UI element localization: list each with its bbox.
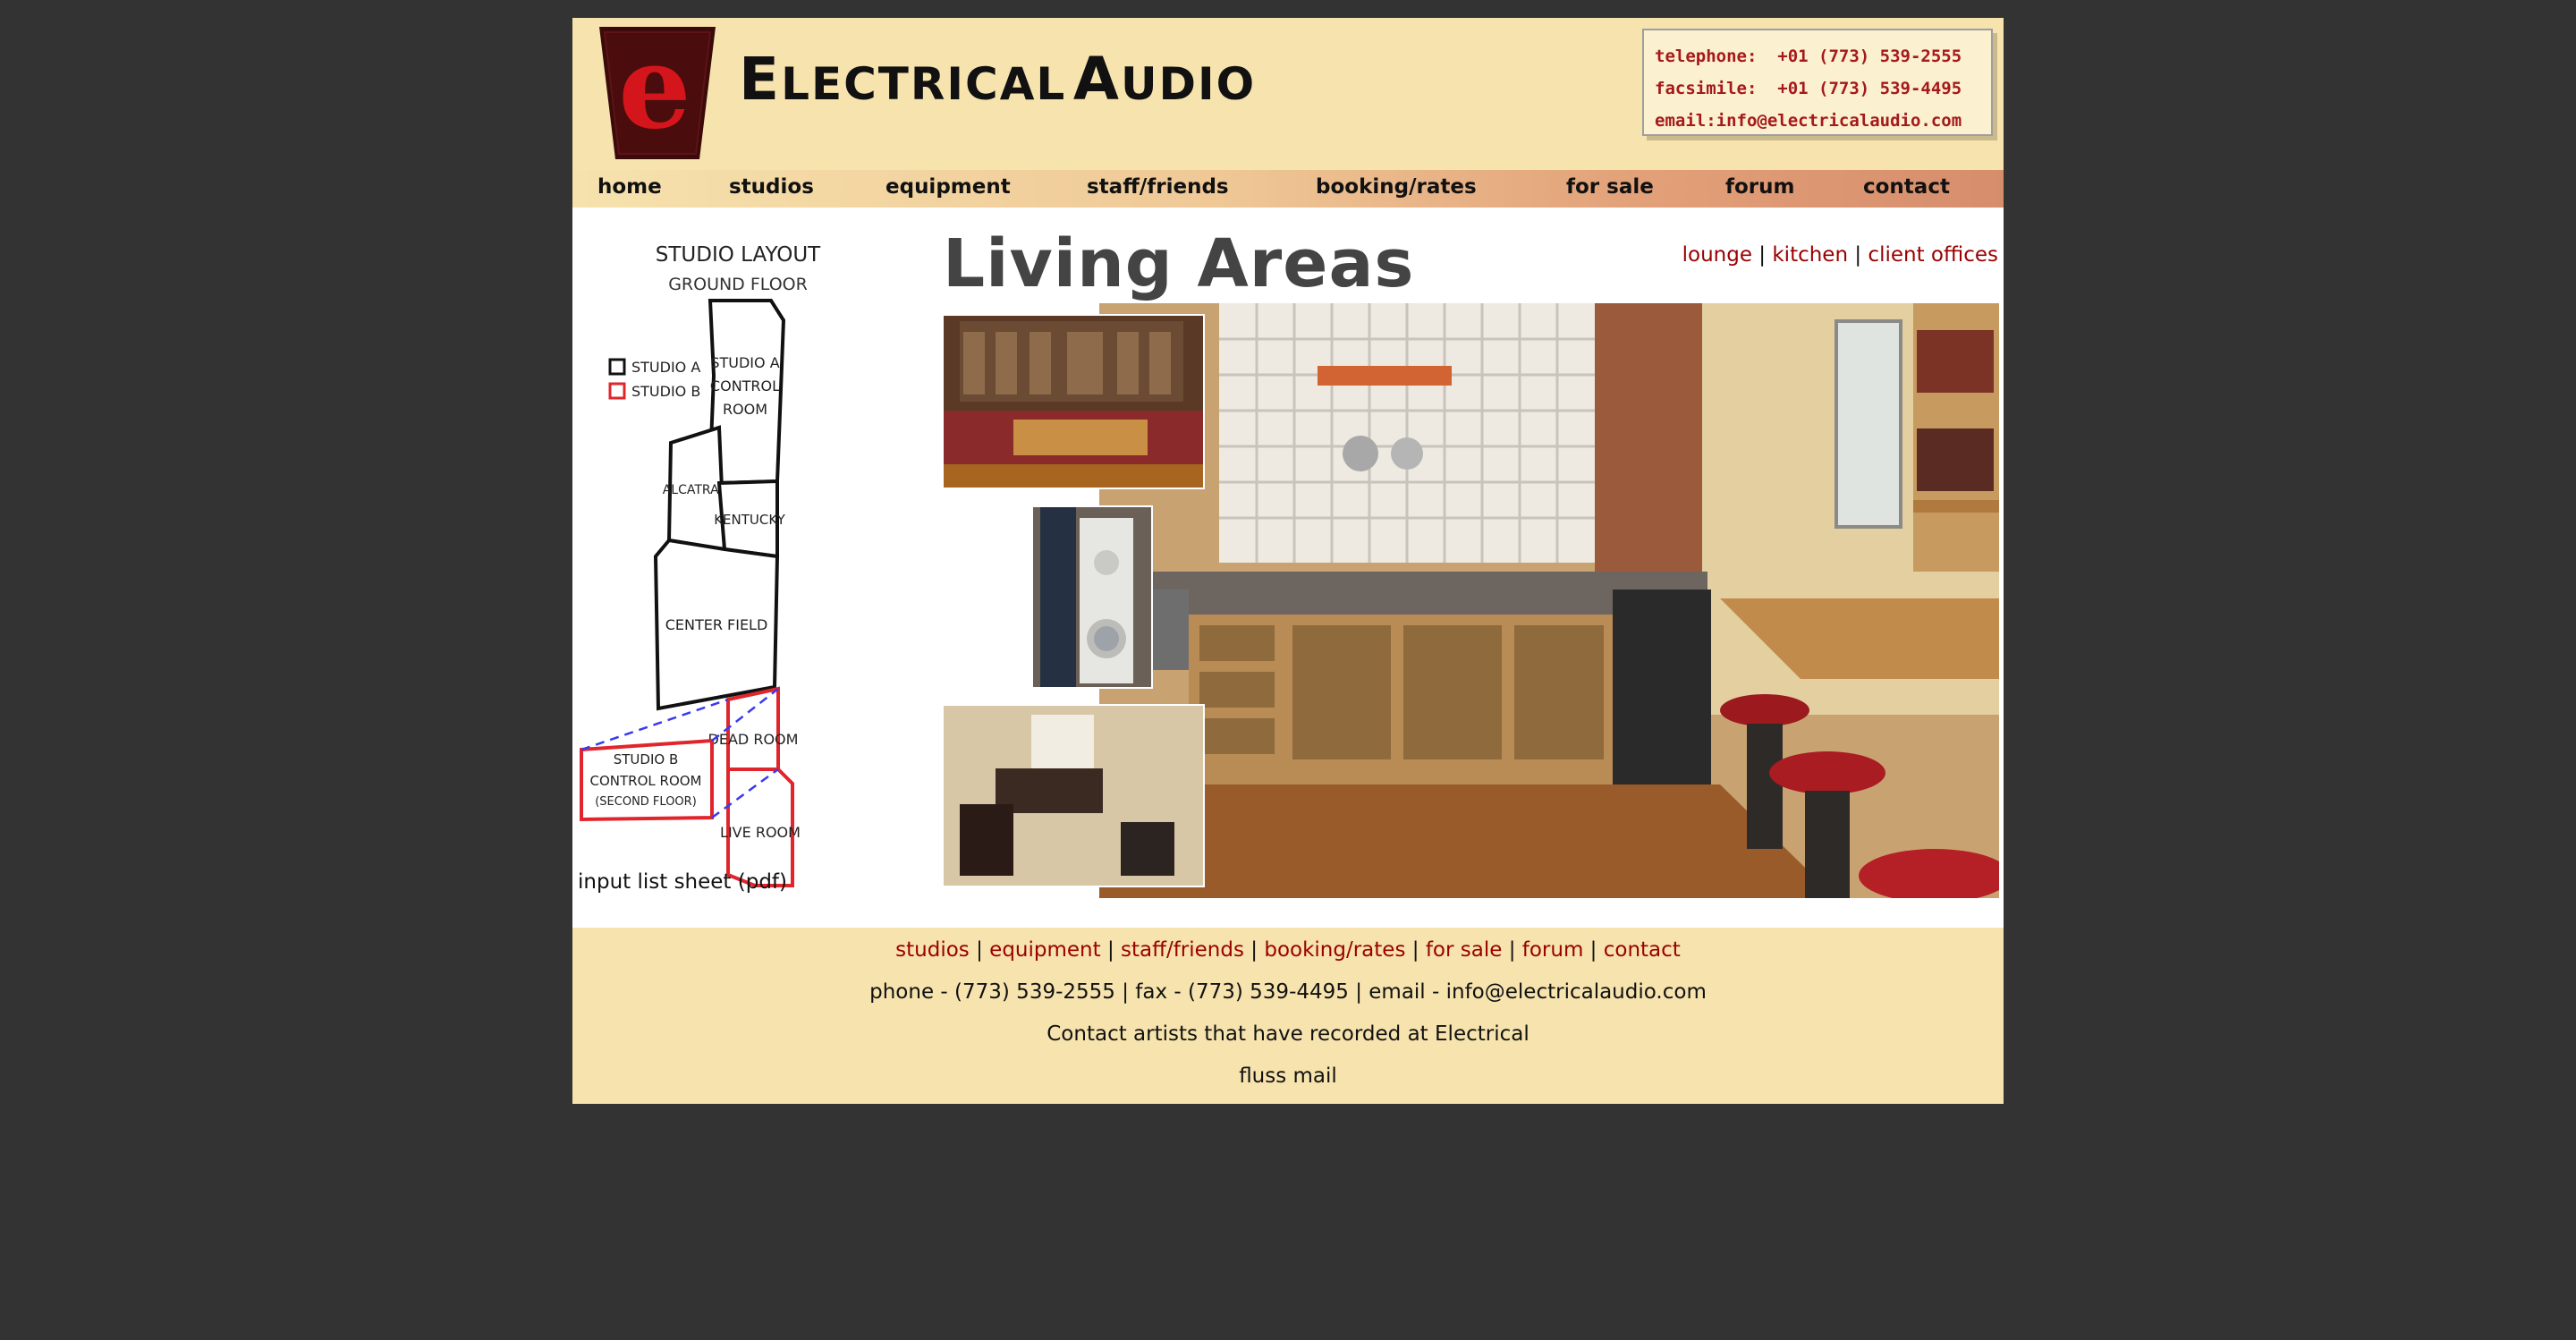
layout-title: STUDIO LAYOUT bbox=[656, 243, 821, 267]
sub-link-lounge[interactable]: lounge bbox=[1682, 243, 1752, 267]
logo-letter: e bbox=[618, 27, 691, 155]
living-areas-sub-nav: lounge | kitchen | client offices bbox=[1682, 243, 1998, 267]
footer-separator: | bbox=[1411, 938, 1419, 962]
footer-link-booking-rates[interactable]: booking/rates bbox=[1264, 938, 1405, 962]
nav-booking-rates[interactable]: booking/rates bbox=[1316, 175, 1477, 199]
footer-contact-line: phone - (773) 539-2555 | fax - (773) 539… bbox=[869, 980, 1707, 1004]
kitchen-photo[interactable] bbox=[1099, 303, 1999, 898]
brand-initial-a: A bbox=[1072, 45, 1121, 114]
nav-home[interactable]: home bbox=[597, 175, 662, 199]
sub-link-kitchen[interactable]: kitchen bbox=[1772, 243, 1848, 267]
footer-fluss-mail-link[interactable]: fluss mail bbox=[572, 1064, 2004, 1088]
client-office-thumbnail[interactable] bbox=[942, 704, 1205, 887]
footer-link-contact[interactable]: contact bbox=[1604, 938, 1681, 962]
sub-link-separator: | bbox=[1854, 243, 1862, 267]
footer-link-equipment[interactable]: equipment bbox=[989, 938, 1100, 962]
sub-link-separator: | bbox=[1758, 243, 1767, 267]
footer-separator: | bbox=[1508, 938, 1516, 962]
header-email[interactable]: email:info@electricalaudio.com bbox=[1655, 111, 1962, 131]
layout-subtitle: GROUND FLOOR bbox=[668, 275, 808, 294]
footer-link-studios[interactable]: studios bbox=[895, 938, 970, 962]
legend-studio-a: STUDIO A bbox=[631, 359, 700, 376]
nav-staff-friends[interactable]: staff/friends bbox=[1087, 175, 1229, 199]
footer-link-staff-friends[interactable]: staff/friends bbox=[1121, 938, 1244, 962]
page-title: Living Areas bbox=[943, 225, 1415, 302]
room-studio-b-control-label-1: STUDIO B bbox=[614, 751, 679, 768]
footer-separator: | bbox=[1106, 938, 1114, 962]
room-kentucky-label: KENTUCKY bbox=[714, 512, 785, 528]
nav-for-sale[interactable]: for sale bbox=[1566, 175, 1654, 199]
laundry-thumbnail[interactable] bbox=[1031, 505, 1153, 689]
brand-initial-e: E bbox=[739, 45, 782, 114]
room-dead-room[interactable] bbox=[726, 686, 780, 771]
lounge-thumbnail[interactable] bbox=[942, 314, 1205, 489]
electrical-audio-logo[interactable]: e bbox=[599, 27, 716, 159]
room-studio-b-control-label-3: (SECOND FLOOR) bbox=[595, 795, 697, 809]
room-center-field-label: CENTER FIELD bbox=[665, 616, 768, 633]
room-dead-room-label: DEAD ROOM bbox=[708, 731, 799, 748]
footer-separator: | bbox=[976, 938, 983, 962]
brand-rest-electrical: LECTRICAL bbox=[781, 58, 1067, 110]
footer-links: studios | equipment | staff/friends | bo… bbox=[572, 938, 2004, 962]
nav-equipment[interactable]: equipment bbox=[886, 175, 1011, 199]
header-contact-box: telephone: +01 (773) 539-2555 facsimile:… bbox=[1642, 29, 1993, 136]
studio-layout-map[interactable]: STUDIO LAYOUT GROUND FLOOR STUDIO A STUD… bbox=[576, 233, 880, 895]
nav-contact[interactable]: contact bbox=[1863, 175, 1950, 199]
footer-separator: | bbox=[1589, 938, 1597, 962]
footer-separator: | bbox=[1250, 938, 1258, 962]
legend-studio-a-swatch bbox=[608, 358, 626, 376]
room-studio-a-control-label-2: CONTROL bbox=[710, 377, 780, 394]
brand-name: ELECTRICAL AUDIO bbox=[739, 45, 1256, 114]
site-header: e ELECTRICAL AUDIO telephone: +01 (773) … bbox=[572, 18, 2004, 170]
nav-studios[interactable]: studios bbox=[729, 175, 814, 199]
input-list-pdf-link[interactable]: input list sheet (pdf) bbox=[578, 870, 787, 894]
footer-artists-link[interactable]: Contact artists that have recorded at El… bbox=[572, 1022, 2004, 1046]
site-footer: studios | equipment | staff/friends | bo… bbox=[572, 928, 2004, 1104]
nav-forum[interactable]: forum bbox=[1725, 175, 1795, 199]
footer-link-for-sale[interactable]: for sale bbox=[1426, 938, 1503, 962]
header-telephone: telephone: +01 (773) 539-2555 bbox=[1655, 47, 1962, 66]
page-container: e ELECTRICAL AUDIO telephone: +01 (773) … bbox=[572, 18, 2004, 1104]
legend-studio-b: STUDIO B bbox=[631, 383, 700, 400]
brand-rest-audio: UDIO bbox=[1120, 58, 1257, 110]
sub-link-client-offices[interactable]: client offices bbox=[1868, 243, 1998, 267]
main-nav: home studios equipment staff/friends boo… bbox=[572, 170, 2004, 208]
footer-link-forum[interactable]: forum bbox=[1522, 938, 1584, 962]
legend-studio-b-swatch bbox=[608, 382, 626, 400]
room-live-room-label: LIVE ROOM bbox=[720, 824, 801, 841]
living-areas-photo-collage bbox=[942, 303, 1999, 898]
header-facsimile: facsimile: +01 (773) 539-4495 bbox=[1655, 79, 1962, 98]
room-studio-b-control-label-2: CONTROL ROOM bbox=[590, 773, 702, 789]
room-studio-a-control-label-3: ROOM bbox=[723, 401, 767, 418]
room-studio-a-control-label-1: STUDIO A bbox=[710, 354, 779, 371]
